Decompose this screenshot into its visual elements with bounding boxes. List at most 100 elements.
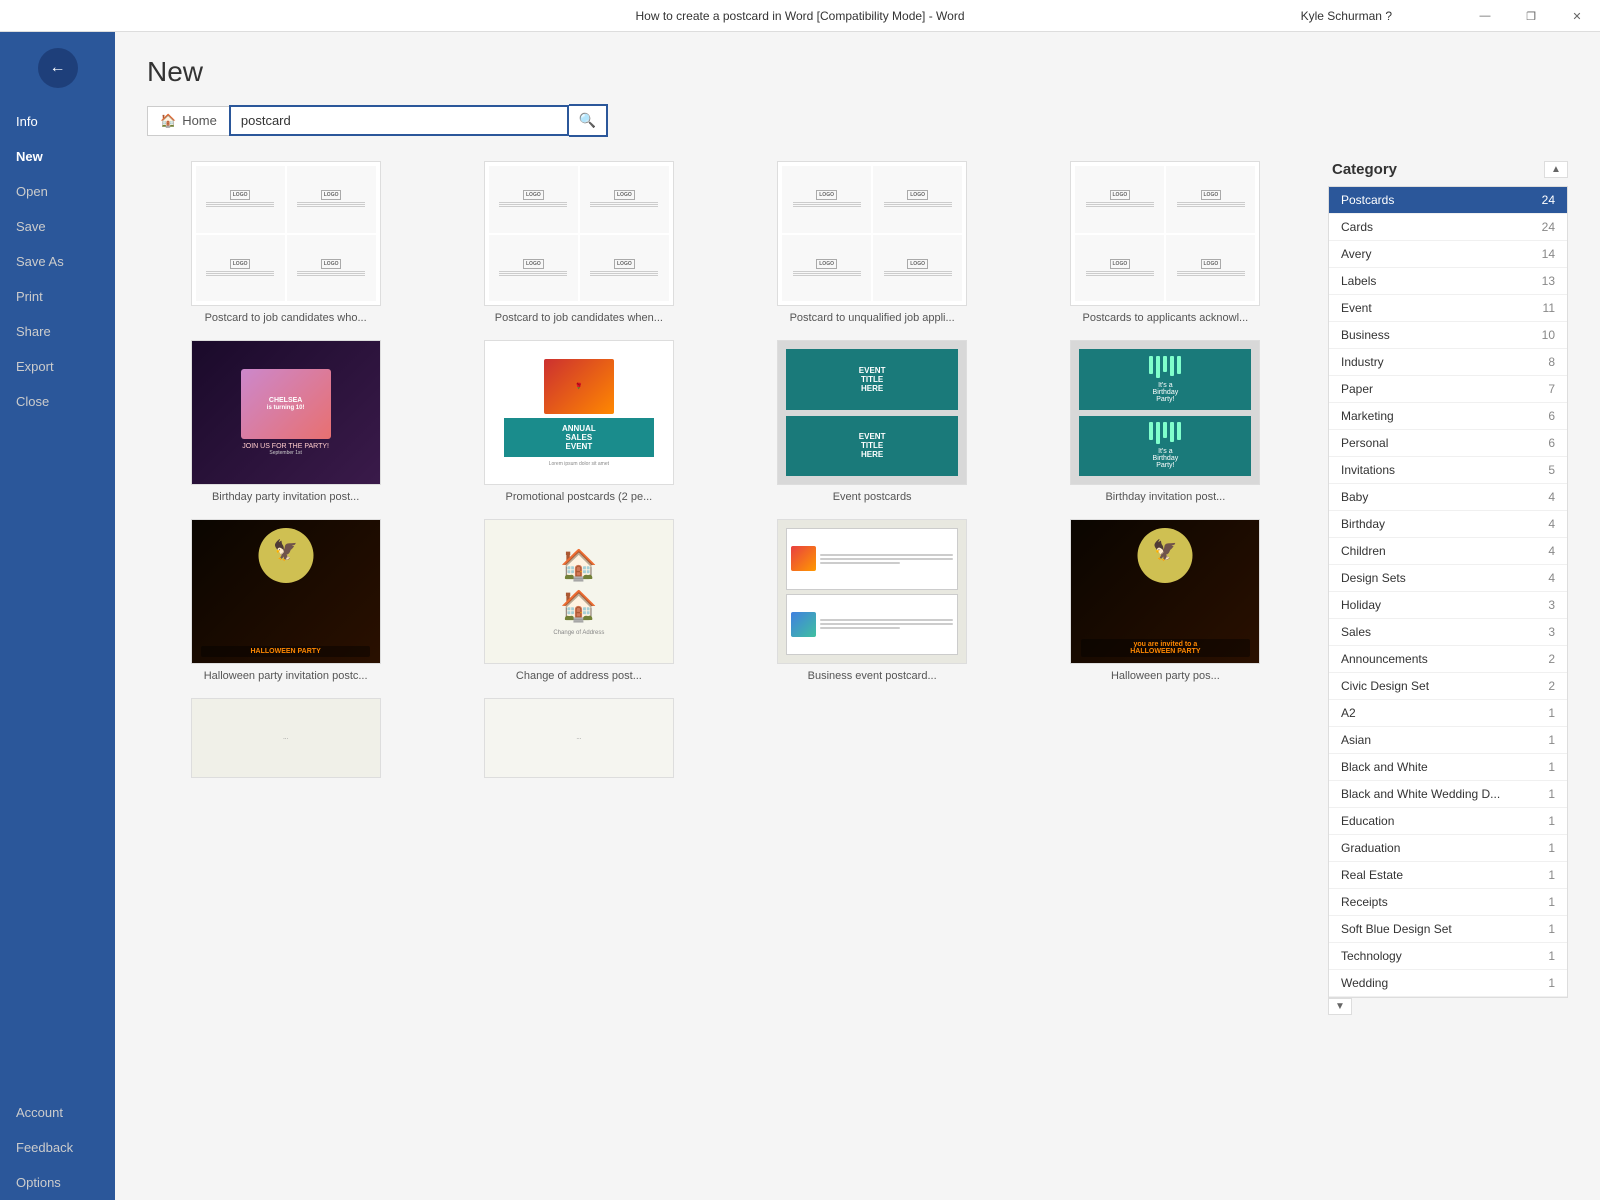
sidebar-item-print[interactable]: Print	[0, 279, 115, 314]
category-item-soft-blue[interactable]: Soft Blue Design Set 1	[1329, 916, 1567, 943]
category-item-design-sets[interactable]: Design Sets 4	[1329, 565, 1567, 592]
template-thumbnail: It's aBirthdayParty!	[1070, 340, 1260, 485]
category-item-asian[interactable]: Asian 1	[1329, 727, 1567, 754]
template-item[interactable]: Business event postcard...	[734, 519, 1011, 682]
template-item[interactable]: 🏠 🏠 Change of Address Change of address …	[440, 519, 717, 682]
minimize-button[interactable]: —	[1462, 0, 1508, 32]
category-item-children[interactable]: Children 4	[1329, 538, 1567, 565]
templates-grid: LOGO LOGO LOGO LOGO Postcard to job cand…	[147, 161, 1304, 794]
sidebar-item-export[interactable]: Export	[0, 349, 115, 384]
category-item-invitations[interactable]: Invitations 5	[1329, 457, 1567, 484]
category-item-cards[interactable]: Cards 24	[1329, 214, 1567, 241]
category-item-avery[interactable]: Avery 14	[1329, 241, 1567, 268]
category-item-graduation[interactable]: Graduation 1	[1329, 835, 1567, 862]
template-thumbnail: ...	[484, 698, 674, 778]
template-label: Event postcards	[833, 491, 912, 503]
category-item-birthday[interactable]: Birthday 4	[1329, 511, 1567, 538]
content-body: LOGO LOGO LOGO LOGO Postcard to job cand…	[115, 153, 1600, 1200]
category-scroll-down[interactable]: ▼	[1328, 998, 1352, 1015]
close-button[interactable]: ✕	[1554, 0, 1600, 32]
home-icon: 🏠	[160, 113, 176, 129]
category-item-bw-wedding[interactable]: Black and White Wedding D... 1	[1329, 781, 1567, 808]
category-item-civic-design-set[interactable]: Civic Design Set 2	[1329, 673, 1567, 700]
category-item-education[interactable]: Education 1	[1329, 808, 1567, 835]
search-input[interactable]	[229, 105, 569, 136]
template-thumbnail: ...	[191, 698, 381, 778]
category-item-personal[interactable]: Personal 6	[1329, 430, 1567, 457]
template-thumbnail: EVENTTITLEHERE EVENTTITLEHERE	[777, 340, 967, 485]
category-item-labels[interactable]: Labels 13	[1329, 268, 1567, 295]
sidebar-item-options[interactable]: Options	[0, 1165, 115, 1200]
back-button[interactable]: ←	[38, 48, 78, 88]
template-item[interactable]: 🦅 HALLOWEEN PARTY Halloween party invita…	[147, 519, 424, 682]
category-item-a2[interactable]: A2 1	[1329, 700, 1567, 727]
sidebar-item-save[interactable]: Save	[0, 209, 115, 244]
search-home-button[interactable]: 🏠 Home	[147, 106, 229, 136]
category-item-announcements[interactable]: Announcements 2	[1329, 646, 1567, 673]
category-item-postcards[interactable]: Postcards 24	[1329, 187, 1567, 214]
sidebar-item-account[interactable]: Account	[0, 1095, 115, 1130]
sidebar-item-save-as[interactable]: Save As	[0, 244, 115, 279]
template-label: Postcard to unqualified job appli...	[790, 312, 955, 324]
template-label: Birthday invitation post...	[1105, 491, 1225, 503]
category-item-wedding[interactable]: Wedding 1	[1329, 970, 1567, 997]
category-item-baby[interactable]: Baby 4	[1329, 484, 1567, 511]
sidebar-item-share[interactable]: Share	[0, 314, 115, 349]
category-item-receipts[interactable]: Receipts 1	[1329, 889, 1567, 916]
category-item-holiday[interactable]: Holiday 3	[1329, 592, 1567, 619]
category-item-marketing[interactable]: Marketing 6	[1329, 403, 1567, 430]
template-thumbnail	[777, 519, 967, 664]
template-label: Postcards to applicants acknowl...	[1083, 312, 1249, 324]
template-item[interactable]: LOGO LOGO LOGO LOGO Postcards to applica…	[1027, 161, 1304, 324]
template-item[interactable]: LOGO LOGO LOGO LOGO Postcard to unqualif…	[734, 161, 1011, 324]
template-label: Postcard to job candidates who...	[205, 312, 367, 324]
category-item-technology[interactable]: Technology 1	[1329, 943, 1567, 970]
template-item[interactable]: EVENTTITLEHERE EVENTTITLEHERE Event post…	[734, 340, 1011, 503]
template-item[interactable]: CHELSEAis turning 10! JOIN US FOR THE PA…	[147, 340, 424, 503]
category-item-business[interactable]: Business 10	[1329, 322, 1567, 349]
category-header: Category	[1328, 161, 1401, 178]
category-item-industry[interactable]: Industry 8	[1329, 349, 1567, 376]
template-thumbnail: LOGO LOGO LOGO LOGO	[777, 161, 967, 306]
template-label: Birthday party invitation post...	[212, 491, 359, 503]
template-item[interactable]: LOGO LOGO LOGO LOGO Postcard to job cand…	[440, 161, 717, 324]
help-button[interactable]: ?	[1385, 9, 1392, 23]
template-thumbnail: 🦅 you are invited to aHALLOWEEN PARTY	[1070, 519, 1260, 664]
template-thumbnail: 🏠 🏠 Change of Address	[484, 519, 674, 664]
sidebar-item-open[interactable]: Open	[0, 174, 115, 209]
template-item[interactable]: It's aBirthdayParty!	[1027, 340, 1304, 503]
template-item[interactable]: ...	[147, 698, 424, 778]
sidebar-item-info[interactable]: Info	[0, 104, 115, 139]
category-list: Postcards 24 Cards 24 Avery 14 Labels 13	[1328, 186, 1568, 998]
sidebar-item-close[interactable]: Close	[0, 384, 115, 419]
template-thumbnail: 🦅 HALLOWEEN PARTY	[191, 519, 381, 664]
category-item-paper[interactable]: Paper 7	[1329, 376, 1567, 403]
template-item[interactable]: ...	[440, 698, 717, 778]
main-content: New 🏠 Home 🔍	[115, 32, 1600, 1200]
template-label: Change of address post...	[516, 670, 642, 682]
content-header: New 🏠 Home 🔍	[115, 32, 1600, 153]
template-thumbnail: CHELSEAis turning 10! JOIN US FOR THE PA…	[191, 340, 381, 485]
category-scroll-up[interactable]: ▲	[1544, 161, 1568, 178]
sidebar-item-new[interactable]: New	[0, 139, 115, 174]
category-item-real-estate[interactable]: Real Estate 1	[1329, 862, 1567, 889]
templates-area: LOGO LOGO LOGO LOGO Postcard to job cand…	[147, 161, 1304, 1200]
category-panel: Category ▲ Postcards 24 Cards 24	[1328, 161, 1568, 1200]
template-label: Halloween party pos...	[1111, 670, 1220, 682]
template-thumbnail: 🌹 ANNUALSALESEVENT Lorem ipsum dolor sit…	[484, 340, 674, 485]
window-title: How to create a postcard in Word [Compat…	[635, 9, 964, 23]
template-label: Halloween party invitation postc...	[204, 670, 368, 682]
template-item[interactable]: 🌹 ANNUALSALESEVENT Lorem ipsum dolor sit…	[440, 340, 717, 503]
restore-button[interactable]: ❐	[1508, 0, 1554, 32]
template-label: Promotional postcards (2 pe...	[506, 491, 653, 503]
category-item-event[interactable]: Event 11	[1329, 295, 1567, 322]
search-button[interactable]: 🔍	[569, 104, 608, 137]
template-thumbnail: LOGO LOGO LOGO LOGO	[1070, 161, 1260, 306]
template-item[interactable]: LOGO LOGO LOGO LOGO Postcard to job cand…	[147, 161, 424, 324]
template-item[interactable]: 🦅 you are invited to aHALLOWEEN PARTY Ha…	[1027, 519, 1304, 682]
page-title: New	[147, 56, 1568, 88]
category-item-sales[interactable]: Sales 3	[1329, 619, 1567, 646]
user-name: Kyle Schurman ?	[1293, 0, 1400, 32]
category-item-black-and-white[interactable]: Black and White 1	[1329, 754, 1567, 781]
sidebar-item-feedback[interactable]: Feedback	[0, 1130, 115, 1165]
